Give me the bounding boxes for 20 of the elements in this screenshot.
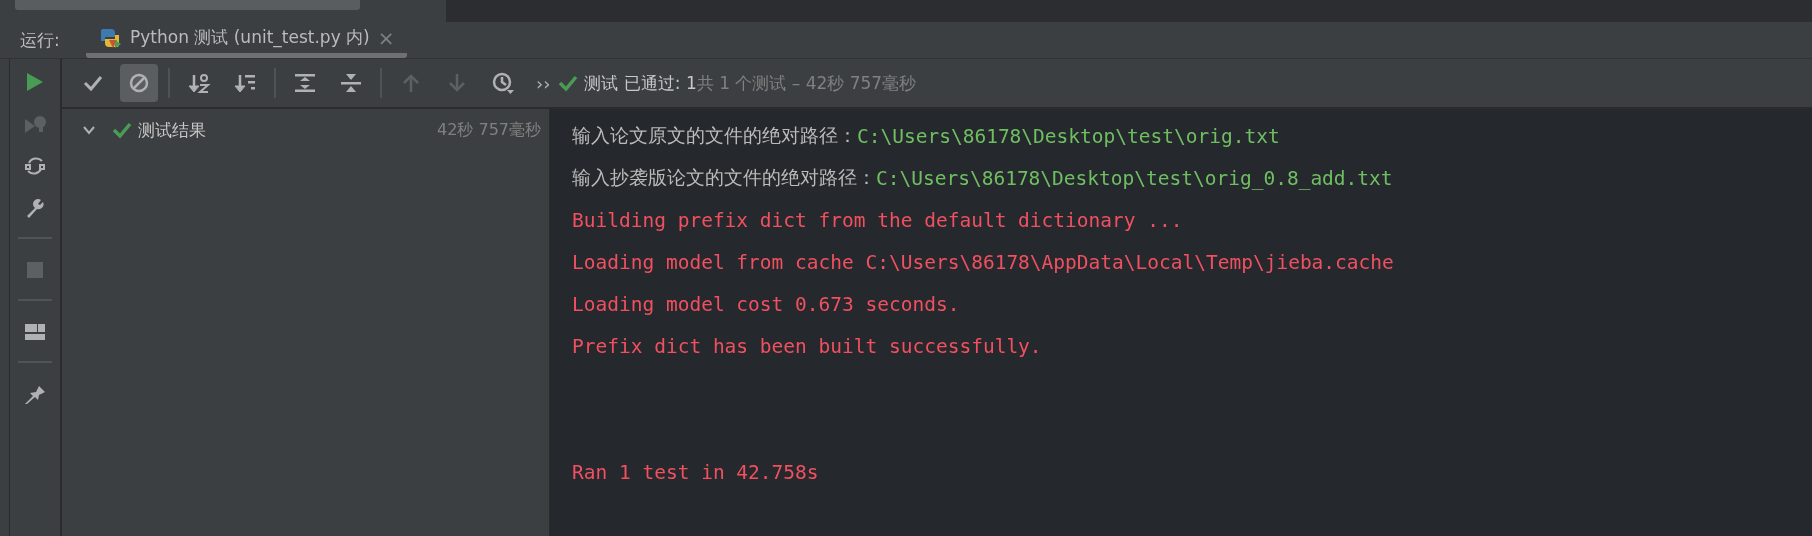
more-icon[interactable]: ›› bbox=[536, 72, 551, 94]
console-prompt: 输入论文原文的文件的绝对路径： bbox=[572, 123, 857, 148]
duration-text: 42秒 757毫秒 bbox=[437, 119, 541, 141]
console-line: Prefix dict has been built successfully. bbox=[572, 334, 1042, 358]
console-path: C:\Users\86178\Desktop\test\orig.txt bbox=[857, 124, 1280, 148]
console-line: Ran 1 test in 42.758s bbox=[572, 460, 819, 484]
prohibited-icon[interactable] bbox=[120, 64, 158, 102]
run-tab[interactable]: Python 测试 (unit_test.py 内) × bbox=[86, 22, 407, 58]
tree-item[interactable]: 测试结果 bbox=[138, 118, 437, 142]
console-line: Loading model from cache C:\Users\86178\AppData\Local\Temp\jieba.cache bbox=[572, 250, 1394, 274]
scrollbar-thumb[interactable] bbox=[15, 0, 360, 10]
console-path: C:\Users\86178\Desktop\test\orig_0.8_add.txt bbox=[876, 166, 1393, 190]
console-line: Loading model cost 0.673 seconds. bbox=[572, 292, 960, 316]
checkmark-icon bbox=[558, 73, 579, 93]
run-label: 运行: bbox=[20, 28, 61, 52]
console-line: Building prefix dict from the default dictionary ... bbox=[572, 208, 1183, 232]
status-text: 测试 已通过: 1 bbox=[584, 71, 697, 95]
console-prompt: 输入抄袭版论文的文件的绝对路径： bbox=[572, 165, 876, 190]
checkmark-icon bbox=[112, 120, 132, 140]
status-summary: 共 1 个测试 – 42秒 757毫秒 bbox=[696, 71, 917, 95]
